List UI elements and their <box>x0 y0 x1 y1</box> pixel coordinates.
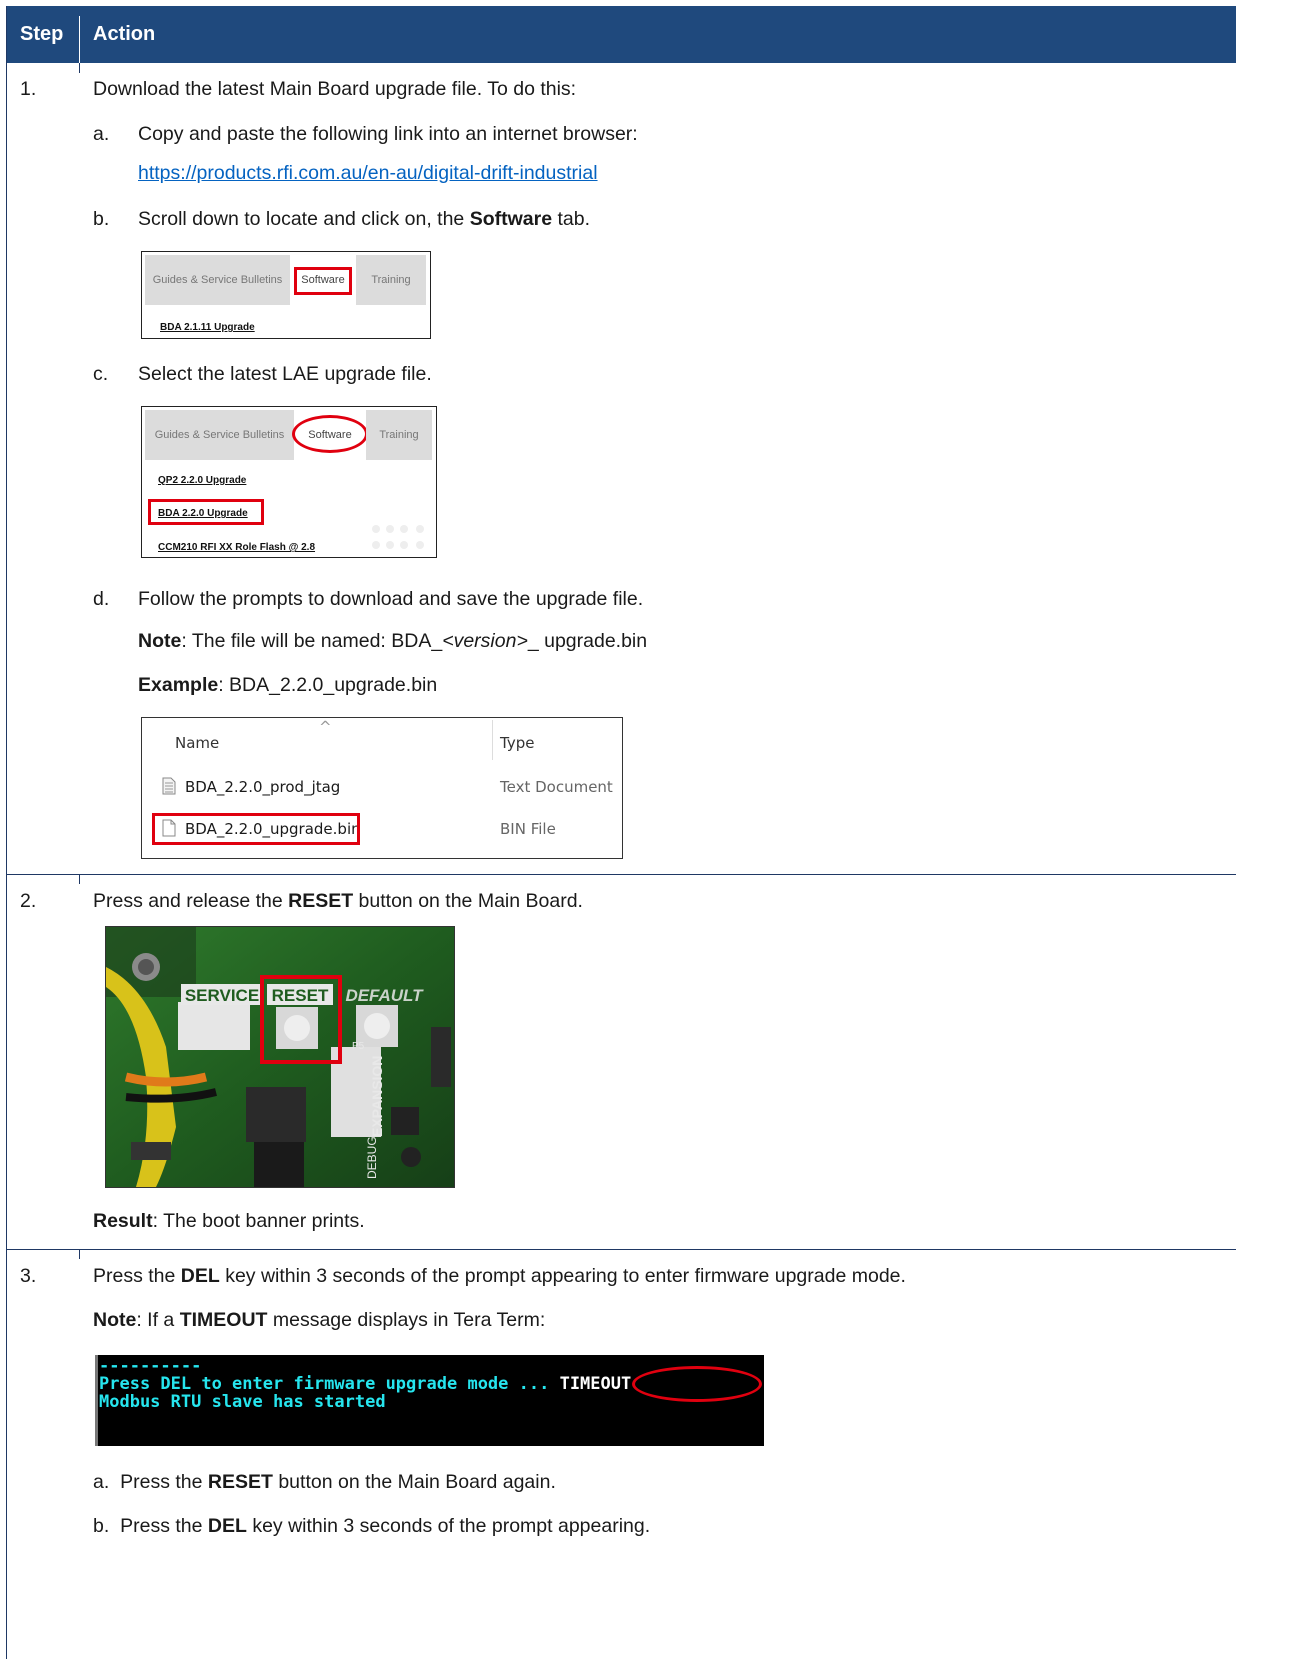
tab-training: Training <box>366 410 432 460</box>
terminal-line: Modbus RTU slave has started <box>99 1392 386 1412</box>
download-link[interactable]: https://products.rfi.com.au/en-au/digita… <box>138 161 598 185</box>
note-text: Note: If a TIMEOUT message displays in T… <box>93 1309 546 1331</box>
column-divider <box>492 720 493 760</box>
sort-icon: ^ <box>319 718 332 736</box>
software-tab-screenshot: Guides & Service Bulletins Software Trai… <box>141 251 431 339</box>
procedure-document: Step Action 1. Download the latest Main … <box>0 0 1307 1659</box>
tab-guides: Guides & Service Bulletins <box>145 255 290 305</box>
silkscreen-label: DEFAULT <box>345 986 424 1005</box>
text-document-icon <box>162 777 176 795</box>
step-number: 1. <box>20 78 37 100</box>
substep-text: Select the latest LAE upgrade file. <box>138 363 432 385</box>
upgrade-item: CCM210 RFI XX Role Flash @ 2.8 <box>158 542 316 553</box>
result-text: Result: The boot banner prints. <box>93 1210 365 1232</box>
substep-text: Scroll down to locate and click on, the … <box>138 208 590 230</box>
upgrade-item: QP2 2.2.0 Upgrade <box>158 475 247 486</box>
file-explorer-screenshot: ^ Name Type BDA_2.2.0_prod_jtag Text Doc… <box>141 717 623 859</box>
table-header: Step Action <box>7 6 1236 63</box>
circuit-board-image: SERVICE RESET DEFAULT P5 EXPANSION DEBUG <box>106 927 454 1187</box>
column-header-type: Type <box>500 734 535 752</box>
column-tick <box>79 1249 80 1259</box>
upgrade-item: BDA 2.2.0 Upgrade <box>158 508 248 519</box>
step-number: 2. <box>20 890 37 912</box>
substep-text: a. Press the RESET button on the Main Bo… <box>93 1471 556 1493</box>
highlight-oval <box>292 415 368 453</box>
procedure-table: Step Action 1. Download the latest Main … <box>6 6 1236 1659</box>
silkscreen-label: DEBUG <box>365 1136 379 1179</box>
tab-training: Training <box>356 255 426 305</box>
substep-text: b. Press the DEL key within 3 seconds of… <box>93 1515 651 1537</box>
main-board-photo: SERVICE RESET DEFAULT P5 EXPANSION DEBUG <box>105 926 455 1188</box>
file-name[interactable]: BDA_2.2.0_prod_jtag <box>185 778 340 796</box>
row-divider <box>7 1249 1236 1250</box>
column-tick <box>79 63 80 73</box>
step-number: 3. <box>20 1265 37 1287</box>
terminal-line: ---------- <box>99 1356 202 1376</box>
step-text: Press the DEL key within 3 seconds of th… <box>93 1265 906 1287</box>
silkscreen-label: EXPANSION <box>369 1056 385 1137</box>
step-text: Press and release the RESET button on th… <box>93 890 583 912</box>
header-step: Step <box>20 23 64 45</box>
example-text: Example: BDA_2.2.0_upgrade.bin <box>138 674 438 696</box>
note-text: Note: The file will be named: BDA_<versi… <box>138 630 648 652</box>
upgrade-item: BDA 2.1.11 Upgrade <box>160 322 255 333</box>
terminal-line: Press DEL to enter firmware upgrade mode… <box>99 1374 632 1394</box>
tab-guides: Guides & Service Bulletins <box>145 410 294 460</box>
highlight-oval <box>632 1366 762 1402</box>
file-type: Text Document <box>500 778 613 796</box>
substep-text: Follow the prompts to download and save … <box>138 588 644 610</box>
terminal-edge <box>95 1355 98 1446</box>
silkscreen-label: P5 <box>352 1041 365 1052</box>
upgrade-list-screenshot: Guides & Service Bulletins Software Trai… <box>141 406 437 558</box>
row-divider <box>7 874 1236 875</box>
header-divider <box>79 16 80 63</box>
silkscreen-label: SERVICE <box>185 986 259 1005</box>
highlight-box <box>294 267 352 295</box>
substep-text: Copy and paste the following link into a… <box>138 123 638 145</box>
highlight-box <box>152 813 360 845</box>
substep-marker: d. <box>93 588 110 610</box>
tera-term-screenshot: ---------- Press DEL to enter firmware u… <box>95 1355 764 1446</box>
substep-marker: b. <box>93 208 110 230</box>
substep-marker: c. <box>93 363 109 385</box>
dots-pattern-icon <box>372 525 424 549</box>
step-text: Download the latest Main Board upgrade f… <box>93 78 577 100</box>
silkscreen-label: RESET <box>272 986 329 1005</box>
header-action: Action <box>93 23 156 45</box>
column-tick <box>79 874 80 884</box>
file-type: BIN File <box>500 820 556 838</box>
column-header-name: Name <box>175 734 220 752</box>
substep-marker: a. <box>93 123 110 145</box>
